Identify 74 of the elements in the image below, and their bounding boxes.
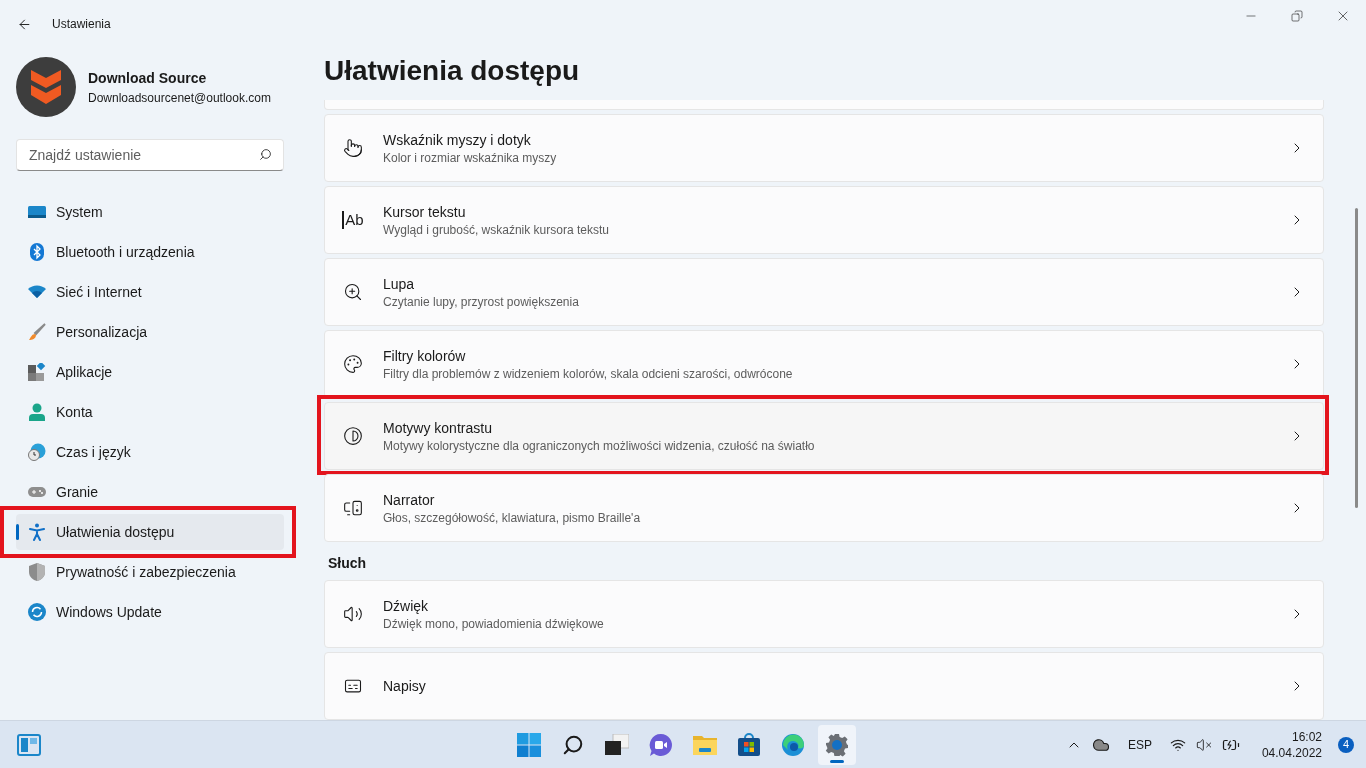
account-email: Downloadsourcenet@outlook.com xyxy=(88,89,271,107)
video-chat-icon xyxy=(649,732,673,757)
active-indicator xyxy=(830,759,844,763)
wifi-icon xyxy=(28,283,46,301)
card-title: Wskaźnik myszy i dotyk xyxy=(383,130,532,150)
store-bag-icon xyxy=(737,732,761,757)
apps-icon xyxy=(28,363,46,381)
card-title: Lupa xyxy=(383,274,416,294)
search-icon xyxy=(259,148,272,161)
nav-item[interactable]: Prywatność i zabezpieczenia xyxy=(16,554,284,590)
clock[interactable]: 16:02 04.04.2022 xyxy=(1261,728,1322,761)
back-button[interactable] xyxy=(16,16,32,32)
windows-logo-icon xyxy=(517,732,541,757)
bluetooth-icon xyxy=(28,243,46,261)
nav-item[interactable]: Aplikacje xyxy=(16,354,284,390)
card-subtitle: Czytanie lupy, przyrost powiększenia xyxy=(383,293,580,310)
accessibility-icon xyxy=(28,523,46,541)
card-subtitle: Wygląd i grubość, wskaźnik kursora tekstu xyxy=(383,221,610,238)
nav-item[interactable]: Czas i język xyxy=(16,434,284,470)
settings-card[interactable]: Ab Kursor tekstu Wygląd i grubość, wskaźnik kursora tekstu xyxy=(324,185,1324,254)
card-subtitle: Dźwięk mono, powiadomienia dźwiękowe xyxy=(383,616,605,632)
brush-icon xyxy=(28,323,46,341)
nav-item[interactable]: Granie xyxy=(16,474,284,510)
settings-card[interactable]: Lupa Czytanie lupy, przyrost powiększenia xyxy=(324,257,1324,326)
folder-icon xyxy=(693,733,717,756)
window-title: Ustawienia xyxy=(52,16,111,33)
task-view-icon xyxy=(605,733,629,756)
card-subtitle: Motywy kolorystyczne dla ograniczonych możliwości widzenia, czułość na światło xyxy=(383,437,816,454)
notification-badge[interactable]: 4 xyxy=(1338,736,1354,753)
card-title: Motywy kontrastu xyxy=(383,418,493,438)
restore-icon xyxy=(1291,10,1303,22)
card-title: Kursor tekstu xyxy=(383,202,467,222)
card-subtitle: Filtry dla problemów z widzeniem kolorów, skala odcieni szarości, odwrócone xyxy=(383,365,794,382)
card-subtitle: Głos, szczegółowość, klawiatura, pismo Braille'a xyxy=(383,509,642,526)
settings-card[interactable]: Motywy kontrastu Motywy kolorystyczne dla ograniczonych możliwości widzenia, czułość na światło xyxy=(324,401,1324,470)
widgets-button[interactable] xyxy=(16,731,42,758)
nav-item[interactable]: Ułatwienia dostępu xyxy=(16,514,284,550)
nav-item[interactable]: Personalizacja xyxy=(16,314,284,350)
card-title: Dźwięk xyxy=(383,597,430,616)
settings-card[interactable]: Wskaźnik myszy i dotyk Kolor i rozmiar wskaźnika myszy xyxy=(324,113,1324,182)
card-title: Narrator xyxy=(383,490,436,510)
card-title: Napisy xyxy=(383,677,427,696)
page-title: Ułatwienia dostępu xyxy=(324,54,580,88)
nav-item[interactable]: Bluetooth i urządzenia xyxy=(16,234,284,270)
settings-card[interactable]: Filtry kolorów Filtry dla problemów z widzeniem kolorów, skala odcieni szarości, odwrócone xyxy=(324,329,1324,398)
nav-item[interactable]: Windows Update xyxy=(16,594,284,630)
speaker-icon xyxy=(341,604,365,624)
card-title: Filtry kolorów xyxy=(383,346,467,366)
globe-clock-icon xyxy=(28,443,46,461)
nav-item[interactable]: Konta xyxy=(16,394,284,430)
section-heading: Słuch xyxy=(328,554,367,574)
scrollbar-thumb[interactable] xyxy=(1355,208,1358,508)
settings-card[interactable]: Narrator Głos, szczegółowość, klawiatura, pismo Braille'a xyxy=(324,473,1324,542)
nav-item[interactable]: Sieć i Internet xyxy=(16,274,284,310)
shield-icon xyxy=(28,563,46,581)
sync-icon xyxy=(28,603,46,621)
search-icon xyxy=(562,733,584,756)
display-icon xyxy=(28,203,46,221)
selection-indicator xyxy=(16,524,19,540)
person-icon xyxy=(28,403,46,421)
language-indicator[interactable]: ESP xyxy=(1127,735,1152,754)
settings-card[interactable]: Dźwięk Dźwięk mono, powiadomienia dźwiękowe xyxy=(324,580,1324,648)
browser-swirl-icon xyxy=(781,732,805,757)
settings-card[interactable]: Napisy xyxy=(324,652,1324,720)
palette-icon xyxy=(341,353,365,374)
nav-item[interactable]: System xyxy=(16,194,284,230)
pointer-icon xyxy=(341,137,365,158)
muted-speaker-icon[interactable] xyxy=(1195,736,1212,753)
logo-icon xyxy=(31,70,61,104)
account-name: Download Source xyxy=(88,68,208,88)
contrast-icon xyxy=(341,425,365,446)
search-field[interactable]: Znajdź ustawienie xyxy=(16,139,284,171)
gear-icon xyxy=(825,732,849,757)
card-subtitle: Kolor i rozmiar wskaźnika myszy xyxy=(383,149,558,166)
